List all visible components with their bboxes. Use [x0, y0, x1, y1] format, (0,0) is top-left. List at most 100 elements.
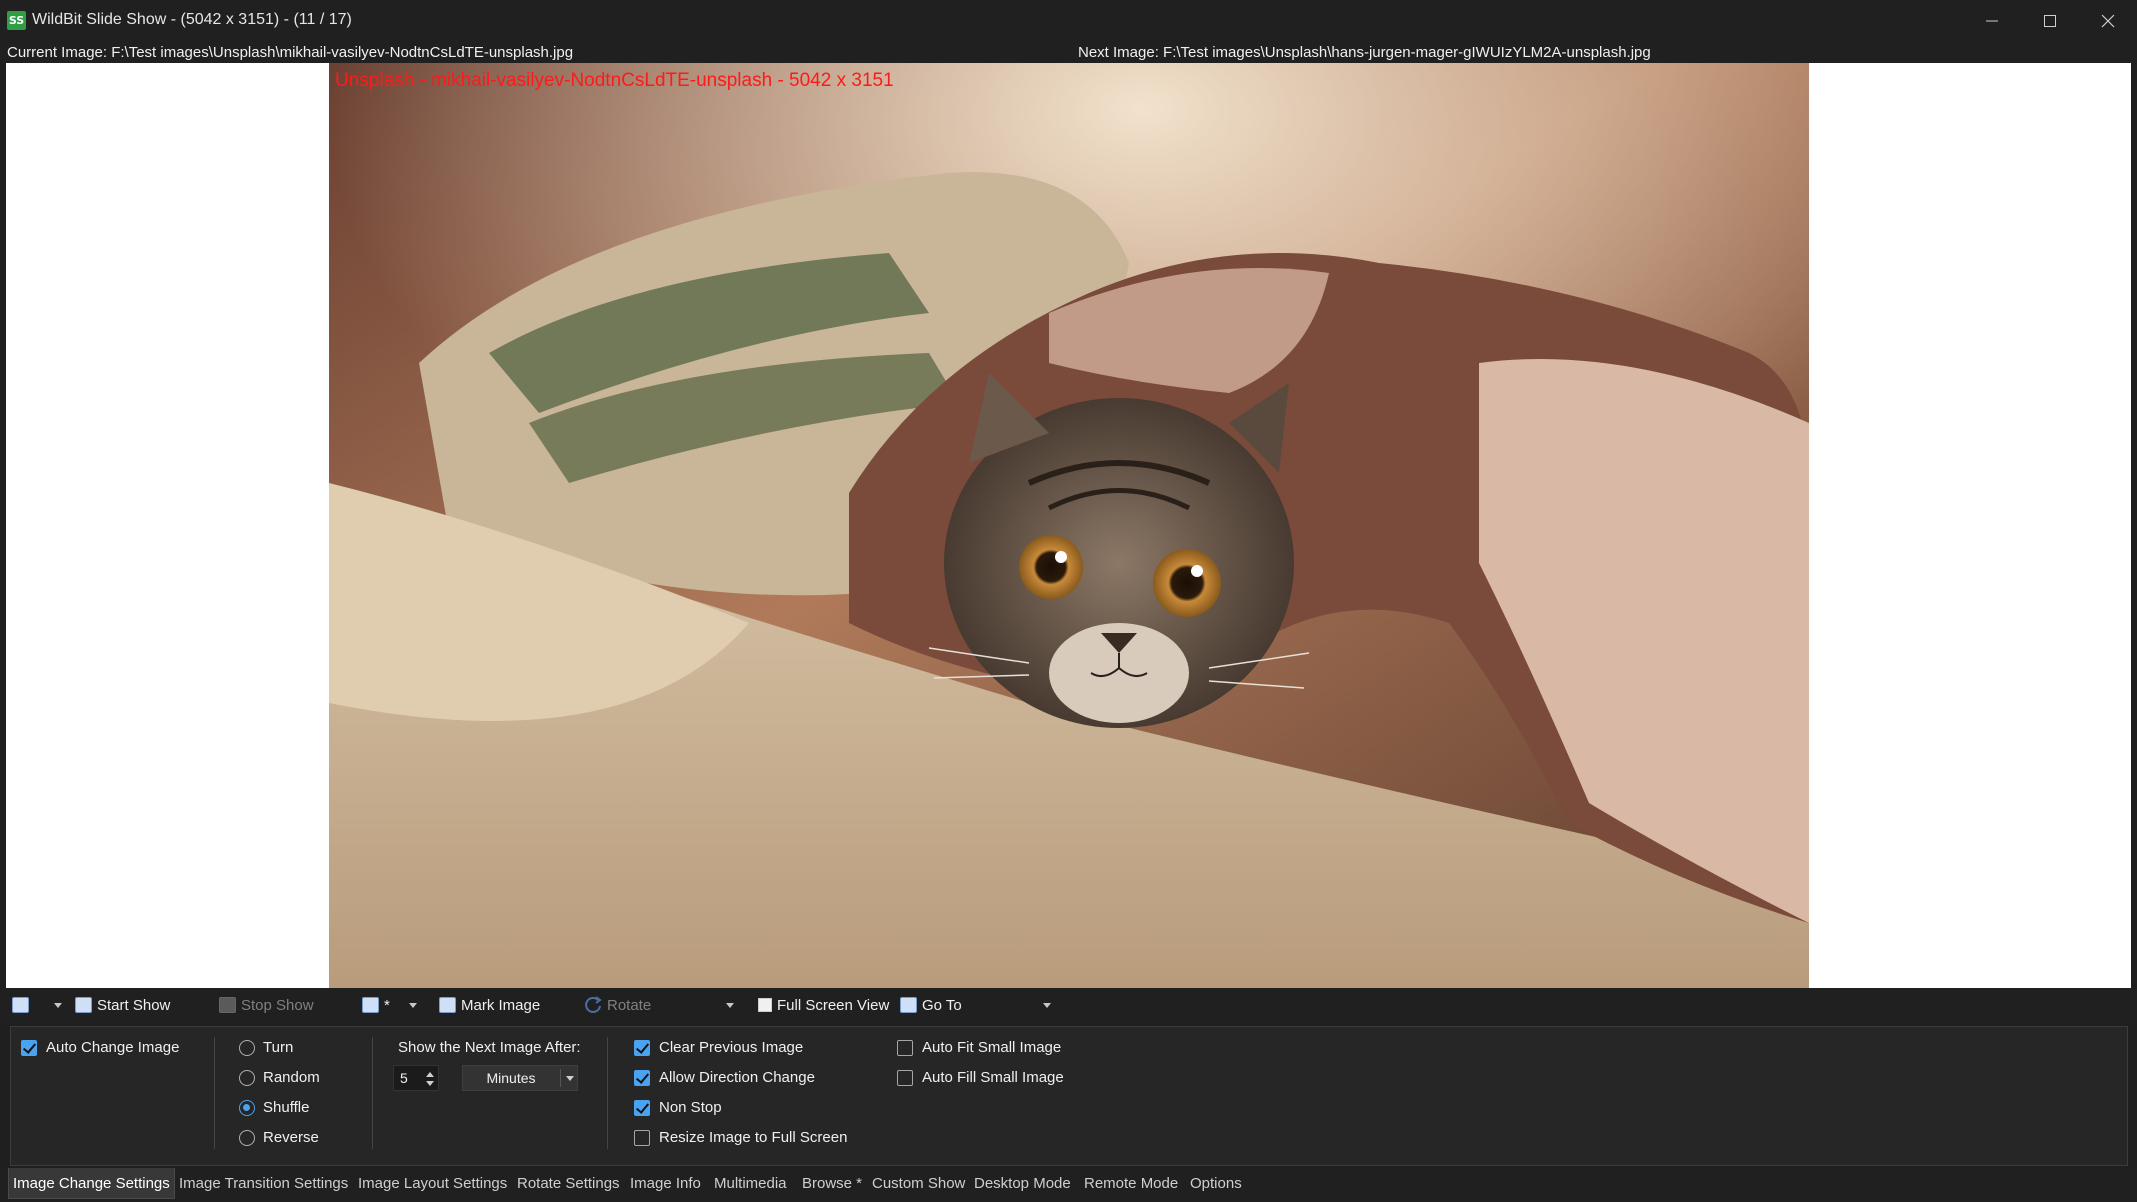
mark-image-icon: [439, 997, 456, 1013]
mark-image-button[interactable]: Mark Image: [439, 988, 540, 1022]
close-icon: [2101, 14, 2115, 27]
divider: [214, 1037, 215, 1149]
resize-image-to-full-screen-label: Resize Image to Full Screen: [659, 1129, 848, 1146]
rotate-button[interactable]: Rotate: [583, 988, 651, 1022]
app-icon: SS: [7, 11, 26, 30]
clear-previous-image-label: Clear Previous Image: [659, 1039, 804, 1056]
interval-value: 5: [400, 1070, 408, 1086]
minimize-icon: [1986, 20, 1998, 21]
order-radio-random[interactable]: Random: [239, 1069, 320, 1086]
stop-slideshow-icon: [219, 997, 236, 1013]
chevron-down-icon: [726, 1002, 734, 1008]
non-stop-checkbox[interactable]: Non Stop: [634, 1099, 722, 1116]
checkbox-checked-icon: [21, 1039, 37, 1056]
rotate-label: Rotate: [607, 996, 652, 1014]
divider: [607, 1037, 608, 1149]
allow-direction-change-checkbox[interactable]: Allow Direction Change: [634, 1069, 815, 1086]
tab-image-layout-settings[interactable]: Image Layout Settings: [358, 1168, 507, 1199]
checkbox-checked-icon: [634, 1099, 650, 1116]
chevron-down-icon: [566, 1076, 574, 1081]
close-button[interactable]: [2079, 0, 2137, 41]
play-slideshow-icon: [75, 997, 92, 1013]
tab-browse[interactable]: Browse *: [802, 1168, 862, 1199]
order-radio-shuffle[interactable]: Shuffle: [239, 1099, 309, 1116]
image-overlay-caption: Unsplash - mikhail-vasilyev-NodtnCsLdTE-…: [335, 70, 894, 91]
tab-multimedia[interactable]: Multimedia: [714, 1168, 787, 1199]
clear-previous-image-checkbox[interactable]: Clear Previous Image: [634, 1039, 803, 1056]
divider: [372, 1037, 373, 1149]
auto-change-image-label: Auto Change Image: [46, 1039, 180, 1056]
tab-image-info[interactable]: Image Info: [630, 1168, 701, 1199]
radio-selected-icon: [239, 1099, 255, 1116]
checkbox-unchecked-icon: [897, 1039, 913, 1056]
radio-unselected-icon: [239, 1129, 255, 1146]
interval-unit-value: Minutes: [486, 1070, 536, 1086]
interval-unit-select[interactable]: Minutes: [462, 1065, 578, 1091]
auto-fill-small-image-label: Auto Fill Small Image: [922, 1069, 1064, 1086]
star-dropdown[interactable]: [409, 988, 417, 1022]
star-button[interactable]: *: [362, 988, 390, 1022]
tab-image-transition-settings[interactable]: Image Transition Settings: [179, 1168, 348, 1199]
interval-stepper[interactable]: 5: [393, 1065, 439, 1091]
view-menu-button[interactable]: [12, 988, 34, 1022]
order-radio-reverse[interactable]: Reverse: [239, 1129, 319, 1146]
fullscreen-icon: [758, 998, 772, 1012]
maximize-button[interactable]: [2021, 0, 2079, 41]
image-change-settings-panel: Auto Change Image Turn Random Shuffle Re…: [10, 1026, 2128, 1166]
chevron-down-icon: [54, 1002, 62, 1008]
checkbox-checked-icon: [634, 1039, 650, 1056]
image-info-bar: Current Image: F:\Test images\Unsplash\m…: [0, 41, 2137, 63]
maximize-icon: [2044, 14, 2056, 27]
toolbar: Start Show Stop Show * Mark Image Rotate…: [0, 988, 2137, 1022]
order-option-label: Reverse: [263, 1129, 319, 1146]
image-viewer[interactable]: Unsplash - mikhail-vasilyev-NodtnCsLdTE-…: [6, 63, 2131, 988]
auto-fill-small-image-checkbox[interactable]: Auto Fill Small Image: [897, 1069, 1064, 1086]
tab-rotate-settings[interactable]: Rotate Settings: [517, 1168, 620, 1199]
window-title: WildBit Slide Show - (5042 x 3151) - (11…: [32, 11, 352, 28]
checkbox-unchecked-icon: [897, 1069, 913, 1086]
chevron-down-icon: [409, 1002, 417, 1008]
order-option-label: Turn: [263, 1039, 294, 1056]
next-image-path: Next Image: F:\Test images\Unsplash\hans…: [1078, 44, 1651, 61]
divider: [560, 1069, 561, 1087]
tab-image-change-settings[interactable]: Image Change Settings: [8, 1168, 175, 1199]
stop-show-button[interactable]: Stop Show: [219, 988, 314, 1022]
non-stop-label: Non Stop: [659, 1099, 722, 1116]
rotate-icon: [585, 996, 602, 1013]
auto-fit-small-image-label: Auto Fit Small Image: [922, 1039, 1062, 1056]
auto-change-image-checkbox[interactable]: Auto Change Image: [21, 1039, 179, 1056]
title-bar: SS WildBit Slide Show - (5042 x 3151) - …: [0, 0, 2137, 41]
radio-unselected-icon: [239, 1069, 255, 1086]
checkbox-checked-icon: [634, 1069, 650, 1086]
tab-desktop-mode[interactable]: Desktop Mode: [974, 1168, 1071, 1199]
view-menu-dropdown[interactable]: [54, 988, 62, 1022]
allow-direction-change-label: Allow Direction Change: [659, 1069, 815, 1086]
tab-options[interactable]: Options: [1190, 1168, 1242, 1199]
go-to-dropdown[interactable]: [1043, 988, 1051, 1022]
start-show-label: Start Show: [97, 996, 171, 1014]
current-image-path: Current Image: F:\Test images\Unsplash\m…: [7, 44, 574, 61]
tab-custom-show[interactable]: Custom Show: [872, 1168, 965, 1199]
mark-star-icon: [362, 997, 379, 1013]
order-option-label: Shuffle: [263, 1099, 310, 1116]
chevron-down-icon[interactable]: [426, 1081, 434, 1086]
minimize-button[interactable]: [1963, 0, 2021, 41]
start-show-button[interactable]: Start Show: [75, 988, 170, 1022]
go-to-label: Go To: [922, 996, 962, 1014]
stop-show-label: Stop Show: [241, 996, 314, 1014]
go-to-icon: [900, 997, 917, 1013]
show-next-image-after-label: Show the Next Image After:: [398, 1039, 581, 1056]
chevron-down-icon: [1043, 1002, 1051, 1008]
order-radio-turn[interactable]: Turn: [239, 1039, 293, 1056]
rotate-dropdown[interactable]: [726, 988, 734, 1022]
full-screen-view-button[interactable]: Full Screen View: [758, 988, 889, 1022]
full-screen-view-label: Full Screen View: [777, 996, 890, 1014]
auto-fit-small-image-checkbox[interactable]: Auto Fit Small Image: [897, 1039, 1061, 1056]
checkbox-unchecked-icon: [634, 1129, 650, 1146]
go-to-button[interactable]: Go To: [900, 988, 962, 1022]
resize-image-to-full-screen-checkbox[interactable]: Resize Image to Full Screen: [634, 1129, 847, 1146]
tab-remote-mode[interactable]: Remote Mode: [1084, 1168, 1178, 1199]
chevron-up-icon[interactable]: [426, 1072, 434, 1077]
order-option-label: Random: [263, 1069, 320, 1086]
display-icon: [12, 997, 29, 1013]
